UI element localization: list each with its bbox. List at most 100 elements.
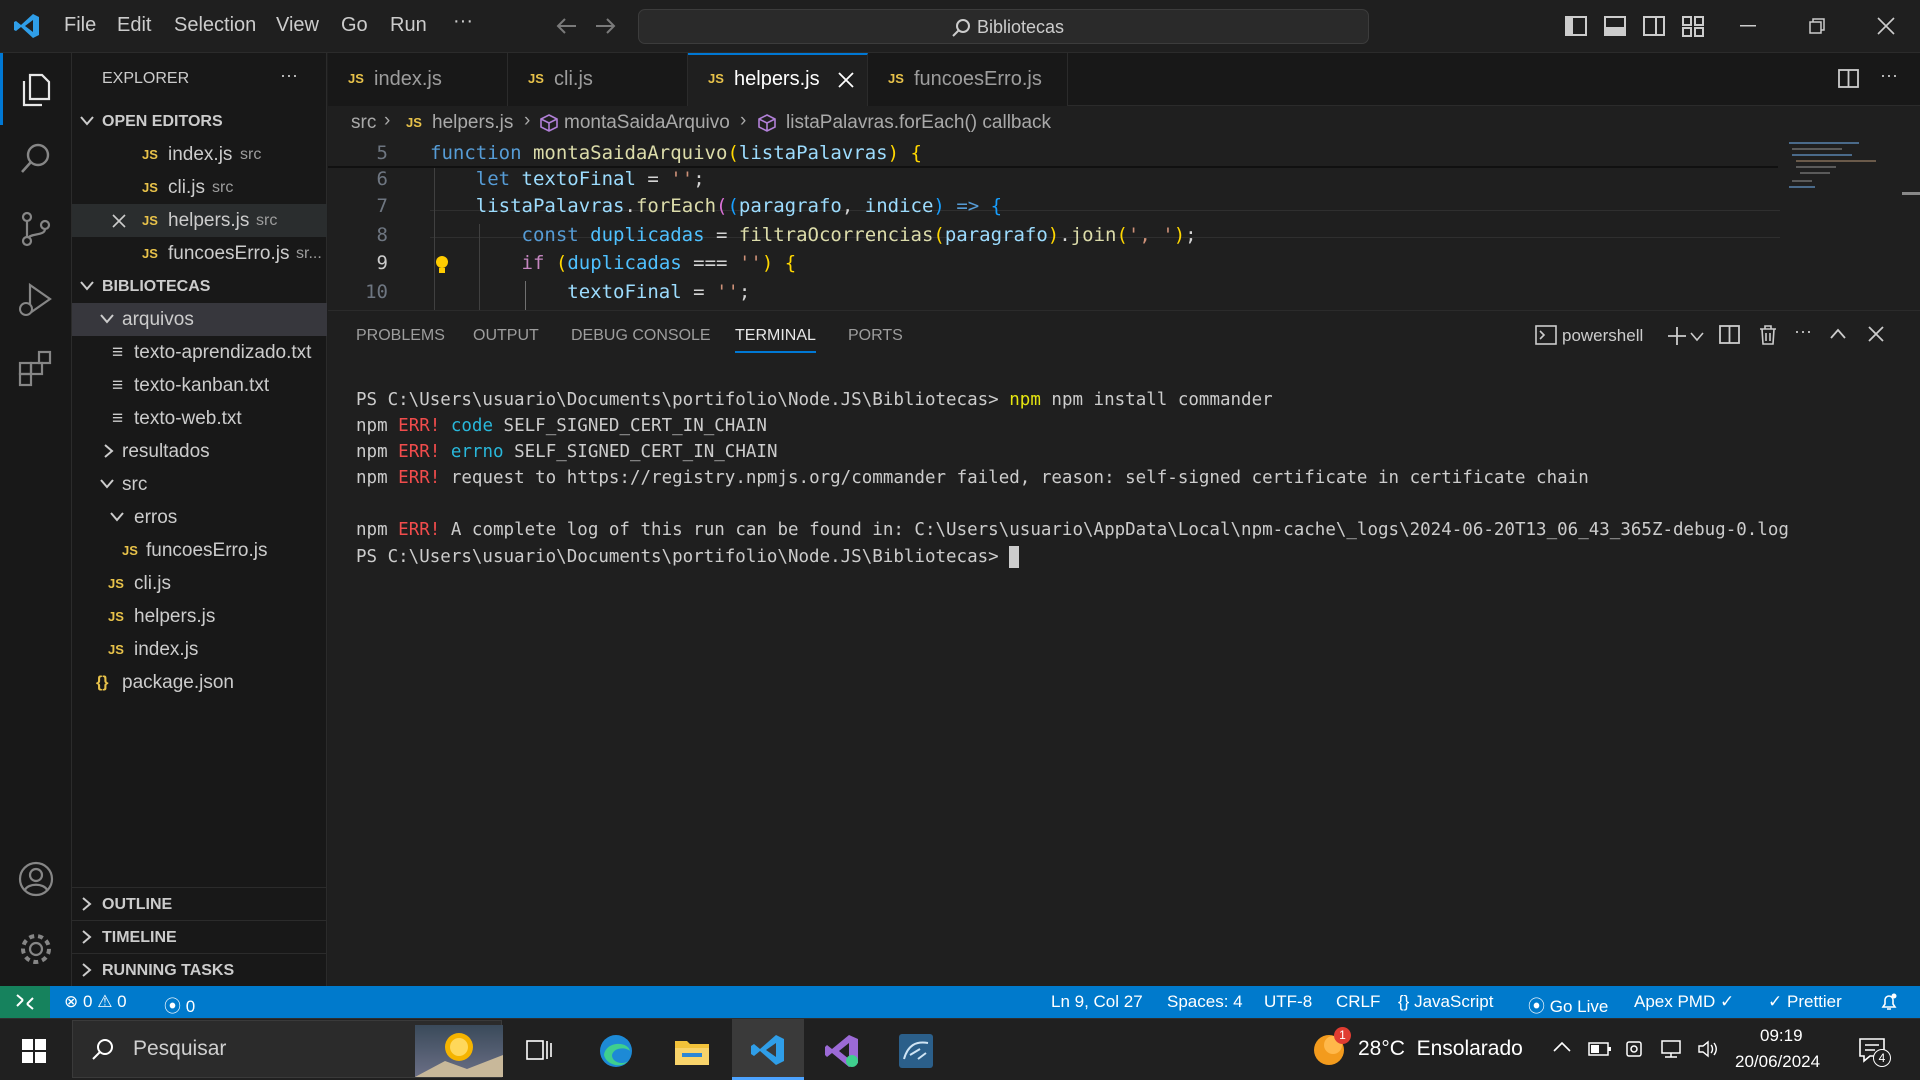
file-item[interactable]: JS helpers.js bbox=[72, 600, 327, 633]
menu-run[interactable]: Run bbox=[390, 14, 427, 37]
open-editor-item[interactable]: JS cli.js src bbox=[72, 171, 327, 204]
cursor-position[interactable]: Ln 9, Col 27 bbox=[1051, 992, 1143, 1012]
open-editor-item[interactable]: JS index.js src bbox=[72, 138, 327, 171]
file-item[interactable]: JS funcoesErro.js bbox=[72, 534, 327, 567]
folder-resultados[interactable]: resultados bbox=[72, 435, 327, 468]
battery-icon[interactable] bbox=[1588, 1041, 1612, 1057]
account-icon[interactable] bbox=[16, 859, 56, 899]
customize-layout-icon[interactable] bbox=[1682, 15, 1704, 37]
prettier[interactable]: ✓ Prettier bbox=[1768, 992, 1842, 1012]
volume-icon[interactable] bbox=[1697, 1039, 1721, 1059]
windows-start-icon[interactable] bbox=[22, 1039, 46, 1063]
split-editor-icon[interactable] bbox=[1838, 69, 1860, 89]
terminal-shell-name[interactable]: powershell bbox=[1562, 326, 1643, 346]
camera-icon[interactable] bbox=[1625, 1039, 1645, 1059]
taskbar-vscode-active[interactable] bbox=[732, 1019, 804, 1080]
close-panel-icon[interactable] bbox=[1868, 326, 1884, 342]
chevron-down-icon[interactable] bbox=[1690, 332, 1704, 342]
run-debug-icon[interactable] bbox=[16, 279, 56, 319]
scrollbar-thumb[interactable] bbox=[1902, 192, 1920, 195]
breadcrumb-function[interactable]: montaSaidaArquivo bbox=[564, 112, 730, 134]
tab-problems[interactable]: PROBLEMS bbox=[356, 327, 445, 345]
file-item[interactable]: JS cli.js bbox=[72, 567, 327, 600]
tab-index-js[interactable]: JS index.js bbox=[328, 53, 508, 106]
tab-debug-console[interactable]: DEBUG CONSOLE bbox=[571, 327, 711, 345]
command-center-search[interactable]: Bibliotecas bbox=[638, 9, 1369, 44]
explorer-icon[interactable] bbox=[16, 69, 56, 109]
running-tasks-header[interactable]: RUNNING TASKS bbox=[72, 953, 327, 986]
encoding[interactable]: UTF-8 bbox=[1264, 992, 1312, 1012]
chevron-up-icon[interactable] bbox=[1553, 1041, 1571, 1053]
menu-go[interactable]: Go bbox=[341, 14, 368, 37]
forward-arrow-icon[interactable] bbox=[594, 16, 616, 36]
file-item[interactable]: ≡ texto-kanban.txt bbox=[72, 369, 327, 402]
trash-icon[interactable] bbox=[1758, 324, 1778, 346]
search-icon[interactable] bbox=[16, 139, 56, 179]
notifications-bell-icon[interactable] bbox=[1880, 993, 1898, 1011]
clock-date[interactable]: 20/06/2024 bbox=[1735, 1052, 1820, 1072]
code-editor[interactable]: 5 6 7 8 9 10 function montaSaidaArquivo(… bbox=[328, 140, 1920, 310]
go-live-button[interactable]: ⦿ Go Live bbox=[1528, 992, 1608, 1017]
weather-text[interactable]: 28°C Ensolarado bbox=[1358, 1037, 1523, 1061]
network-icon[interactable] bbox=[1659, 1039, 1683, 1059]
restore-icon[interactable] bbox=[1809, 18, 1825, 34]
tab-output[interactable]: OUTPUT bbox=[473, 327, 539, 345]
file-explorer-icon[interactable] bbox=[674, 1035, 710, 1067]
menu-view[interactable]: View bbox=[276, 14, 319, 37]
toggle-sidebar-icon[interactable] bbox=[1565, 15, 1587, 37]
explorer-more-button[interactable]: ··· bbox=[280, 65, 298, 86]
lightbulb-icon[interactable] bbox=[434, 255, 450, 275]
tab-funcoeserro-js[interactable]: JS funcoesErro.js bbox=[868, 53, 1068, 106]
tab-helpers-js[interactable]: JS helpers.js bbox=[688, 53, 868, 106]
folder-erros[interactable]: erros bbox=[72, 501, 327, 534]
back-arrow-icon[interactable] bbox=[556, 16, 578, 36]
open-editor-item-active[interactable]: JS helpers.js src bbox=[72, 204, 327, 237]
folder-src[interactable]: src bbox=[72, 468, 327, 501]
tab-terminal[interactable]: TERMINAL bbox=[735, 327, 816, 353]
minimize-icon[interactable] bbox=[1740, 25, 1756, 27]
menu-selection[interactable]: Selection bbox=[174, 14, 256, 37]
project-header[interactable]: BIBLIOTECAS bbox=[72, 270, 327, 303]
file-item[interactable]: JS index.js bbox=[72, 633, 327, 666]
open-editors-header[interactable]: OPEN EDITORS bbox=[72, 105, 327, 138]
close-window-icon[interactable] bbox=[1877, 17, 1895, 35]
tab-cli-js[interactable]: JS cli.js bbox=[508, 53, 688, 106]
ports-indicator[interactable]: ⦿ 0 bbox=[164, 992, 195, 1017]
open-editor-item[interactable]: JS funcoesErro.js sr... bbox=[72, 237, 327, 270]
extensions-icon[interactable] bbox=[16, 349, 56, 389]
menu-file[interactable]: File bbox=[64, 14, 96, 37]
source-control-icon[interactable] bbox=[16, 209, 56, 249]
breadcrumb-file[interactable]: helpers.js bbox=[432, 112, 513, 134]
menu-more[interactable]: ··· bbox=[453, 10, 473, 33]
toggle-panel-icon[interactable] bbox=[1604, 15, 1626, 37]
taskbar-search[interactable]: Pesquisar bbox=[72, 1020, 503, 1078]
settings-gear-icon[interactable] bbox=[16, 929, 56, 969]
apex-pmd[interactable]: Apex PMD ✓ bbox=[1634, 992, 1734, 1012]
folder-arquivos[interactable]: arquivos bbox=[72, 303, 327, 336]
edge-icon[interactable] bbox=[598, 1033, 634, 1069]
file-item[interactable]: ≡ texto-aprendizado.txt bbox=[72, 336, 327, 369]
weather-icon[interactable]: 1 bbox=[1312, 1027, 1351, 1067]
file-item[interactable]: ≡ texto-web.txt bbox=[72, 402, 327, 435]
remote-indicator[interactable] bbox=[0, 986, 50, 1018]
indentation[interactable]: Spaces: 4 bbox=[1167, 992, 1243, 1012]
panel-more-button[interactable]: ··· bbox=[1794, 321, 1812, 342]
menu-edit[interactable]: Edit bbox=[117, 14, 151, 37]
toggle-secondary-sidebar-icon[interactable] bbox=[1643, 15, 1665, 37]
visual-studio-icon[interactable] bbox=[824, 1033, 860, 1069]
outline-header[interactable]: OUTLINE bbox=[72, 887, 327, 920]
new-terminal-icon[interactable] bbox=[1666, 325, 1688, 347]
breadcrumb-src[interactable]: src bbox=[351, 112, 376, 134]
breadcrumb-callback[interactable]: listaPalavras.forEach() callback bbox=[786, 112, 1051, 134]
task-view-icon[interactable] bbox=[526, 1037, 552, 1063]
editor-more-button[interactable]: ··· bbox=[1880, 65, 1898, 86]
close-tab-icon[interactable] bbox=[838, 72, 854, 88]
maximize-panel-icon[interactable] bbox=[1830, 328, 1846, 340]
minimap[interactable] bbox=[1784, 140, 1884, 200]
clock-time[interactable]: 09:19 bbox=[1760, 1026, 1803, 1046]
problems-indicator[interactable]: ⊗ 0 ⚠ 0 bbox=[64, 992, 127, 1012]
notification-center-icon[interactable]: 4 bbox=[1858, 1037, 1891, 1067]
tab-ports[interactable]: PORTS bbox=[848, 327, 903, 345]
language-mode[interactable]: {} JavaScript bbox=[1398, 992, 1493, 1012]
timeline-header[interactable]: TIMELINE bbox=[72, 920, 327, 953]
